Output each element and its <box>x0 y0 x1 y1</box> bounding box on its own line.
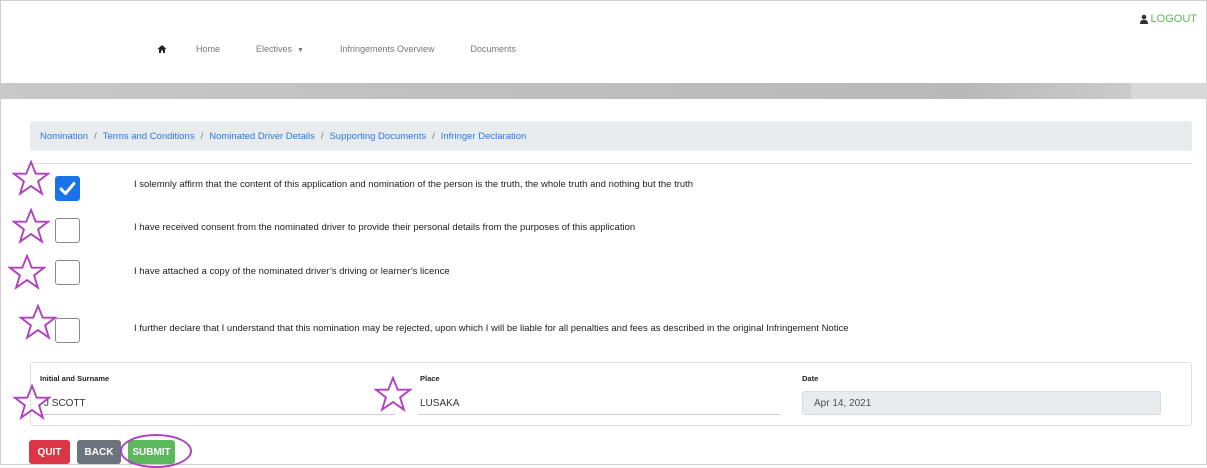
breadcrumb-infringer-declaration[interactable]: Infringer Declaration <box>441 131 527 142</box>
annotation-star-icon <box>12 208 50 244</box>
declaration-text-4: I further declare that I understand that… <box>134 323 849 334</box>
main-nav: Home Electives ▼ Infringements Overview D… <box>157 44 552 54</box>
date-label: Date <box>802 374 819 383</box>
breadcrumb-nominated-driver-details[interactable]: Nominated Driver Details <box>209 131 315 142</box>
user-icon <box>1139 14 1148 24</box>
declaration-checkbox-1[interactable] <box>55 176 80 201</box>
nav-documents[interactable]: Documents <box>471 44 517 54</box>
back-button[interactable]: BACK <box>77 440 121 464</box>
caret-down-icon: ▼ <box>297 47 304 54</box>
breadcrumb-separator: / <box>94 130 97 142</box>
breadcrumb-terms-and-conditions[interactable]: Terms and Conditions <box>103 131 195 142</box>
annotation-star-icon <box>8 254 46 290</box>
annotation-star-icon <box>374 376 412 412</box>
header-banner-image <box>0 83 1207 99</box>
breadcrumb-supporting-documents[interactable]: Supporting Documents <box>329 131 426 142</box>
divider <box>30 163 1192 164</box>
nav-infringements-overview[interactable]: Infringements Overview <box>340 44 435 54</box>
name-label: Initial and Surname <box>40 374 110 383</box>
declaration-checkbox-2[interactable] <box>55 218 80 243</box>
banner-edge <box>1131 83 1207 99</box>
date-input: Apr 14, 2021 <box>802 391 1161 415</box>
home-icon[interactable] <box>157 44 167 54</box>
annotation-star-icon <box>19 304 57 340</box>
logout-label: LOGOUT <box>1150 13 1197 25</box>
annotation-star-icon <box>13 384 51 420</box>
place-input-underline <box>418 414 780 415</box>
nav-home[interactable]: Home <box>196 44 220 54</box>
breadcrumb-nomination[interactable]: Nomination <box>40 131 88 142</box>
date-value: Apr 14, 2021 <box>814 398 872 409</box>
declaration-row-4: I further declare that I understand that… <box>0 318 1207 348</box>
name-input-underline <box>40 414 395 415</box>
annotation-oval <box>120 434 192 468</box>
nav-electives-label: Electives <box>256 44 293 54</box>
declaration-text-1: I solemnly affirm that the content of th… <box>134 179 694 190</box>
checkmark-icon <box>59 182 76 195</box>
nav-electives-dropdown[interactable]: Electives ▼ <box>256 44 304 54</box>
declaration-checkbox-4[interactable] <box>55 318 80 343</box>
logout-link[interactable]: LOGOUT <box>1139 13 1197 25</box>
place-label: Place <box>420 374 440 383</box>
declaration-row-1: I solemnly affirm that the content of th… <box>0 175 1207 205</box>
breadcrumb-separator: / <box>320 130 324 142</box>
declaration-row-2: I have received consent from the nominat… <box>0 218 1207 248</box>
annotation-star-icon <box>12 160 50 196</box>
quit-button[interactable]: QUIT <box>29 440 70 464</box>
breadcrumb: Nomination / Terms and Conditions / Nomi… <box>30 121 1192 151</box>
breadcrumb-separator: / <box>432 130 435 142</box>
breadcrumb-separator: / <box>200 130 204 142</box>
place-input[interactable]: LUSAKA <box>420 398 459 409</box>
declaration-text-3: I have attached a copy of the nominated … <box>134 266 450 277</box>
declaration-checkbox-3[interactable] <box>55 260 80 285</box>
declaration-text-2: I have received consent from the nominat… <box>134 222 636 233</box>
declaration-row-3: I have attached a copy of the nominated … <box>0 260 1207 290</box>
